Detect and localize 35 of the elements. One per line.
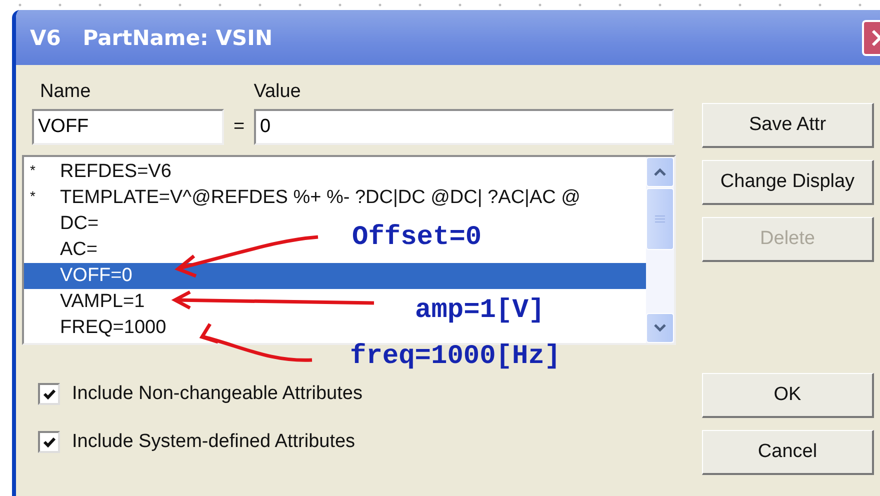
window-title: V6 PartName: VSIN [30,26,273,50]
dialog-button[interactable]: Cancel [702,430,874,475]
attribute-item[interactable]: REFDES=V6 [60,161,172,183]
checkbox-label: Include System-defined Attributes [72,431,356,453]
checkbox[interactable] [38,383,60,405]
scroll-thumb[interactable] [646,188,674,250]
attribute-item[interactable]: VAMPL=1 [60,291,145,313]
check-icon [42,388,56,400]
annotation-text: amp=1[V] [415,296,545,326]
equals-sign: = [232,116,246,138]
action-button[interactable]: Change Display [702,160,874,205]
marker: * [30,162,36,178]
checkbox[interactable] [38,431,60,453]
name-field[interactable]: VOFF [32,109,224,145]
chevron-down-icon [654,324,666,332]
checkbox-label: Include Non-changeable Attributes [72,383,362,405]
marker: * [30,188,36,204]
attribute-item[interactable]: TEMPLATE=V^@REFDES %+ %- ?DC|DC @DC| ?AC|AC @ [60,187,580,209]
attribute-item[interactable]: AC= [60,239,98,261]
scrollbar[interactable] [646,157,674,343]
value-label: Value [254,81,301,103]
scroll-down-button[interactable] [646,313,674,343]
grip-icon [655,215,665,223]
name-label: Name [40,81,91,103]
attribute-item[interactable]: DC= [60,213,99,235]
dialog-button[interactable]: OK [702,373,874,418]
attribute-item[interactable]: FREQ=1000 [60,317,166,339]
annotation-text: freq=1000[Hz] [350,342,561,372]
action-button[interactable]: Save Attr [702,103,874,148]
chevron-up-icon [654,168,666,176]
scroll-up-button[interactable] [646,157,674,187]
check-icon [42,436,56,448]
attribute-item[interactable]: VOFF=0 [60,265,132,287]
value-field[interactable]: 0 [254,109,674,145]
annotation-text: Offset=0 [352,223,482,253]
